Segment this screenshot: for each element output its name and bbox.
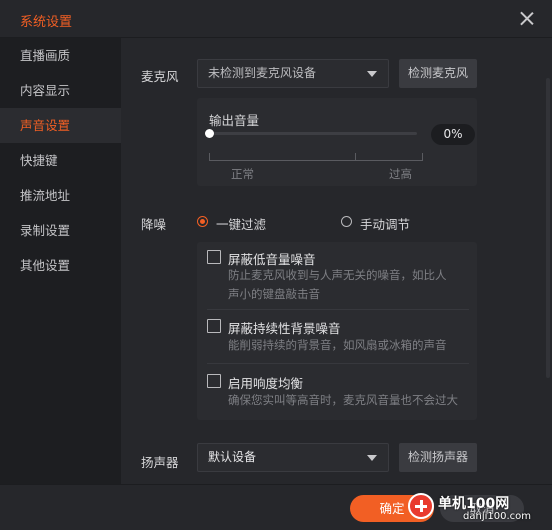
radio-manual-adjust[interactable] bbox=[341, 216, 352, 227]
noise-reduction-label: 降噪 bbox=[141, 217, 167, 232]
close-icon[interactable] bbox=[520, 11, 534, 25]
scale-normal-label: 正常 bbox=[231, 167, 254, 181]
detect-speaker-button[interactable]: 检测扬声器 bbox=[399, 443, 477, 472]
sidebar-item-sound-settings[interactable]: 声音设置 bbox=[0, 108, 121, 143]
checkbox-loudness-equalization[interactable] bbox=[207, 374, 221, 388]
chevron-down-icon bbox=[367, 455, 377, 461]
volume-slider-handle[interactable] bbox=[205, 129, 214, 138]
manual-adjust-label[interactable]: 手动调节 bbox=[360, 214, 410, 233]
sound-settings-panel: 麦克风 未检测到麦克风设备 检测麦克风 输出音量 0% 正常 过高 降噪 一键过… bbox=[121, 38, 552, 484]
divider bbox=[207, 363, 469, 364]
volume-scale-divider bbox=[355, 153, 356, 161]
volume-slider-track[interactable] bbox=[207, 132, 417, 135]
speaker-label: 扬声器 bbox=[141, 455, 179, 470]
speaker-select[interactable]: 默认设备 bbox=[197, 443, 389, 472]
loudness-equalization-title[interactable]: 启用响度均衡 bbox=[228, 373, 303, 392]
watermark-site-url: danji100.com bbox=[463, 511, 531, 522]
low-volume-noise-desc: 防止麦克风收到与人声无关的噪音，如比人 声小的键盘敲击音 bbox=[228, 266, 478, 304]
title-bar: 系统设置 bbox=[0, 0, 552, 38]
noise-filter-panel: 屏蔽低音量噪音 防止麦克风收到与人声无关的噪音，如比人 声小的键盘敲击音 屏蔽持… bbox=[197, 242, 477, 420]
volume-scale-bracket bbox=[209, 153, 423, 161]
sidebar-item-stream-address[interactable]: 推流地址 bbox=[0, 178, 121, 213]
persistent-noise-title[interactable]: 屏蔽持续性背景噪音 bbox=[228, 318, 341, 337]
microphone-select-value: 未检测到麦克风设备 bbox=[208, 66, 317, 80]
microphone-label: 麦克风 bbox=[141, 69, 179, 84]
checkbox-persistent-background-noise[interactable] bbox=[207, 319, 221, 333]
scrollbar[interactable] bbox=[546, 78, 550, 378]
volume-value: 0% bbox=[431, 124, 475, 145]
microphone-select[interactable]: 未检测到麦克风设备 bbox=[197, 59, 389, 88]
detect-microphone-button[interactable]: 检测麦克风 bbox=[399, 59, 477, 88]
loudness-equalization-desc: 确保您实叫等高音时，麦克风音量也不会过大 bbox=[228, 393, 458, 407]
speaker-select-value: 默认设备 bbox=[208, 450, 257, 464]
sidebar-item-other-settings[interactable]: 其他设置 bbox=[0, 248, 121, 283]
watermark-site-name: 单机100网 bbox=[438, 496, 510, 512]
sidebar-item-content-display[interactable]: 内容显示 bbox=[0, 73, 121, 108]
low-volume-noise-desc-line1: 防止麦克风收到与人声无关的噪音，如比人 bbox=[228, 268, 447, 282]
radio-one-click-filter[interactable] bbox=[197, 216, 208, 227]
chevron-down-icon bbox=[367, 71, 377, 77]
sidebar-item-recording-settings[interactable]: 录制设置 bbox=[0, 213, 121, 248]
watermark-logo-icon bbox=[408, 493, 434, 519]
sidebar-item-hotkeys[interactable]: 快捷键 bbox=[0, 143, 121, 178]
window-title: 系统设置 bbox=[20, 15, 73, 30]
output-volume-panel: 输出音量 0% 正常 过高 bbox=[197, 98, 477, 186]
scale-high-label: 过高 bbox=[389, 167, 412, 181]
persistent-noise-desc: 能削弱持续的背景音，如风扇或冰箱的声音 bbox=[228, 338, 447, 352]
sidebar-item-video-quality[interactable]: 直播画质 bbox=[0, 38, 121, 73]
divider bbox=[207, 309, 469, 310]
output-volume-label: 输出音量 bbox=[209, 113, 260, 128]
low-volume-noise-desc-line2: 声小的键盘敲击音 bbox=[228, 287, 320, 301]
checkbox-low-volume-noise[interactable] bbox=[207, 250, 221, 264]
settings-sidebar: 直播画质 内容显示 声音设置 快捷键 推流地址 录制设置 其他设置 bbox=[0, 38, 121, 484]
one-click-filter-label[interactable]: 一键过滤 bbox=[216, 214, 266, 233]
